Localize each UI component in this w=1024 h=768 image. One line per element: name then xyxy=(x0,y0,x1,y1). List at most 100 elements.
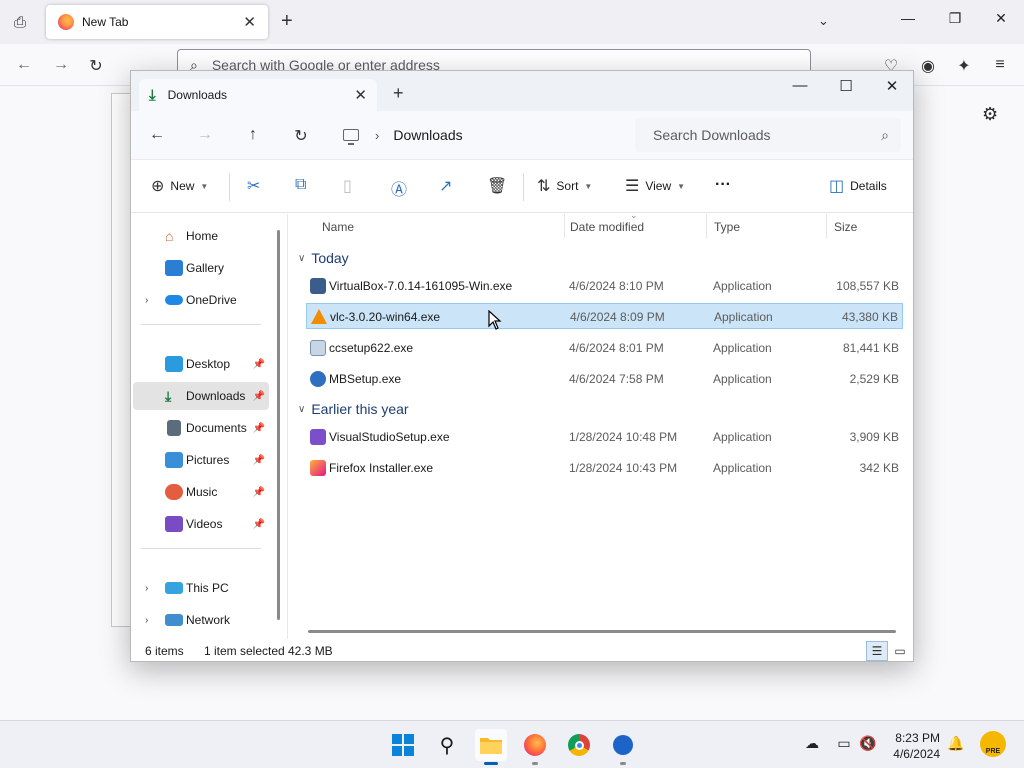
table-row[interactable]: ccsetup622.exe 4/6/2024 8:01 PM Applicat… xyxy=(306,335,903,361)
search-input[interactable]: Search Downloads ⌕ xyxy=(635,118,901,152)
firefox-tab-newtab[interactable]: New Tab ✕ xyxy=(46,5,268,39)
back-icon[interactable]: ← xyxy=(145,126,169,144)
clock[interactable]: 8:23 PM 4/6/2024 xyxy=(888,730,940,762)
sidebar-item-documents[interactable]: Documents 📌 xyxy=(133,414,269,442)
file-date: 4/6/2024 8:01 PM xyxy=(569,341,664,355)
chevron-down-icon: ▼ xyxy=(200,181,209,191)
sidebar-item-music[interactable]: Music 📌 xyxy=(133,478,269,506)
chrome-taskbar-button[interactable] xyxy=(563,729,595,761)
scrollbar[interactable] xyxy=(277,230,280,620)
sidebar-item-desktop[interactable]: Desktop 📌 xyxy=(133,350,269,378)
new-tab-button[interactable]: + xyxy=(393,83,404,104)
rename-button[interactable]: Ⓐ xyxy=(391,176,413,200)
paste-button[interactable]: ▯ xyxy=(343,176,358,196)
chevron-right-icon[interactable]: › xyxy=(145,615,148,626)
cut-button[interactable]: ✂ xyxy=(247,176,266,196)
minimize-button[interactable]: — xyxy=(785,77,815,94)
reload-icon[interactable]: ↻ xyxy=(85,56,107,76)
pin-icon[interactable]: 📌 xyxy=(253,391,265,402)
details-button[interactable]: ◫ Details xyxy=(829,176,887,196)
more-options-button[interactable]: ··· xyxy=(715,176,731,194)
onedrive-offline-icon[interactable]: ☁ xyxy=(802,735,822,752)
menu-icon[interactable]: ≡ xyxy=(989,56,1011,74)
file-explorer-taskbar-button[interactable] xyxy=(475,729,507,765)
sidebar-item-videos[interactable]: Videos 📌 xyxy=(133,510,269,538)
gear-icon[interactable]: ⚙ xyxy=(982,104,998,125)
close-icon[interactable]: ✕ xyxy=(354,86,367,104)
account-icon[interactable]: ◉ xyxy=(917,56,939,76)
copy-button[interactable]: ⧉ xyxy=(295,176,312,194)
forward-icon[interactable]: → xyxy=(50,56,72,74)
sidebar-item-gallery[interactable]: Gallery xyxy=(133,254,269,282)
extensions-icon[interactable]: ✦ xyxy=(953,56,975,76)
details-view-button[interactable]: ☰ xyxy=(866,641,888,661)
column-header-type[interactable]: Type xyxy=(706,214,826,240)
new-tab-button[interactable]: + xyxy=(281,11,293,31)
file-size: 43,380 KB xyxy=(841,310,898,324)
network-icon[interactable]: ▭ xyxy=(834,735,854,752)
delete-button[interactable]: 🗑 xyxy=(487,176,513,196)
download-icon: ⤓ xyxy=(149,86,156,104)
chevron-right-icon[interactable]: › xyxy=(145,583,148,594)
sidebar-item-thispc[interactable]: › This PC xyxy=(133,574,269,602)
explorer-tab-downloads[interactable]: ⤓ Downloads ✕ xyxy=(139,79,377,111)
search-button[interactable]: ⚲ xyxy=(431,729,463,761)
column-header-size[interactable]: Size xyxy=(826,214,906,240)
start-button[interactable] xyxy=(387,729,419,761)
table-row[interactable]: Firefox Installer.exe 1/28/2024 10:43 PM… xyxy=(306,455,903,481)
table-row[interactable]: vlc-3.0.20-win64.exe 4/6/2024 8:09 PM Ap… xyxy=(306,303,903,329)
close-button[interactable]: ✕ xyxy=(877,77,907,95)
file-type: Application xyxy=(713,461,772,475)
view-button[interactable]: ☰ View ▼ xyxy=(625,176,685,196)
forward-icon[interactable]: → xyxy=(193,126,217,144)
firefox-logo-icon xyxy=(58,14,74,30)
refresh-icon[interactable]: ↻ xyxy=(289,126,313,146)
chevron-right-icon[interactable]: › xyxy=(145,295,148,306)
sidebar-item-downloads[interactable]: ⤓ Downloads 📌 xyxy=(133,382,269,410)
pin-icon[interactable]: 📌 xyxy=(253,455,265,466)
tiles-view-button[interactable]: ▭ xyxy=(889,641,911,661)
chevron-down-icon[interactable]: ⌄ xyxy=(818,13,829,29)
volume-muted-icon[interactable]: 🔇 xyxy=(858,735,878,752)
sidebar-item-network[interactable]: › Network xyxy=(133,606,269,634)
close-button[interactable]: ✕ xyxy=(986,10,1016,27)
table-row[interactable]: VirtualBox-7.0.14-161095-Win.exe 4/6/202… xyxy=(306,273,903,299)
notification-bell-icon[interactable]: 🔔 xyxy=(946,735,966,752)
group-header-today[interactable]: ∨ Today xyxy=(298,250,349,266)
share-button[interactable]: ↗ xyxy=(439,176,458,196)
column-header-name[interactable]: Name xyxy=(314,214,564,240)
group-header-earlier[interactable]: ∨ Earlier this year xyxy=(298,401,409,417)
sidebar-item-pictures[interactable]: Pictures 📌 xyxy=(133,446,269,474)
new-button[interactable]: ⊕ New ▼ xyxy=(151,176,208,196)
copilot-pre-badge[interactable]: PRE xyxy=(980,731,1006,757)
close-icon[interactable]: ✕ xyxy=(243,13,256,31)
file-type: Application xyxy=(713,430,772,444)
back-icon[interactable]: ← xyxy=(13,56,35,74)
file-name: ccsetup622.exe xyxy=(329,341,414,355)
minimize-button[interactable]: — xyxy=(893,10,923,26)
table-row[interactable]: MBSetup.exe 4/6/2024 7:58 PM Application… xyxy=(306,366,903,392)
horizontal-scrollbar[interactable] xyxy=(308,630,896,633)
sidebar-item-onedrive[interactable]: › OneDrive xyxy=(133,286,269,314)
pin-icon[interactable]: 📌 xyxy=(253,359,265,370)
copy-icon: ⧉ xyxy=(295,176,307,193)
sort-button[interactable]: ⇅ Sort ▼ xyxy=(537,176,592,196)
column-header-date[interactable]: Date modified xyxy=(562,214,704,240)
firefox-taskbar-button[interactable] xyxy=(519,729,551,765)
file-name: Firefox Installer.exe xyxy=(329,461,434,475)
file-explorer-window: ⤓ Downloads ✕ + — ☐ ✕ ← → ↑ ↻ › Download… xyxy=(130,70,914,662)
malwarebytes-taskbar-button[interactable] xyxy=(607,729,639,765)
restore-button[interactable]: ❐ xyxy=(940,10,970,27)
breadcrumb-downloads[interactable]: Downloads xyxy=(393,127,462,143)
sidebar-item-home[interactable]: ⌂ Home xyxy=(133,222,269,250)
chevron-right-icon[interactable]: › xyxy=(375,128,379,143)
firefox-view-icon[interactable]: ⎙ xyxy=(10,12,30,32)
breadcrumb[interactable]: › Downloads xyxy=(335,119,627,151)
pin-icon[interactable]: 📌 xyxy=(253,487,265,498)
pin-icon[interactable]: 📌 xyxy=(253,519,265,530)
maximize-button[interactable]: ☐ xyxy=(831,77,861,95)
up-icon[interactable]: ↑ xyxy=(241,126,265,144)
malwarebytes-icon xyxy=(613,735,633,755)
table-row[interactable]: VisualStudioSetup.exe 1/28/2024 10:48 PM… xyxy=(306,424,903,450)
pin-icon[interactable]: 📌 xyxy=(253,423,265,434)
